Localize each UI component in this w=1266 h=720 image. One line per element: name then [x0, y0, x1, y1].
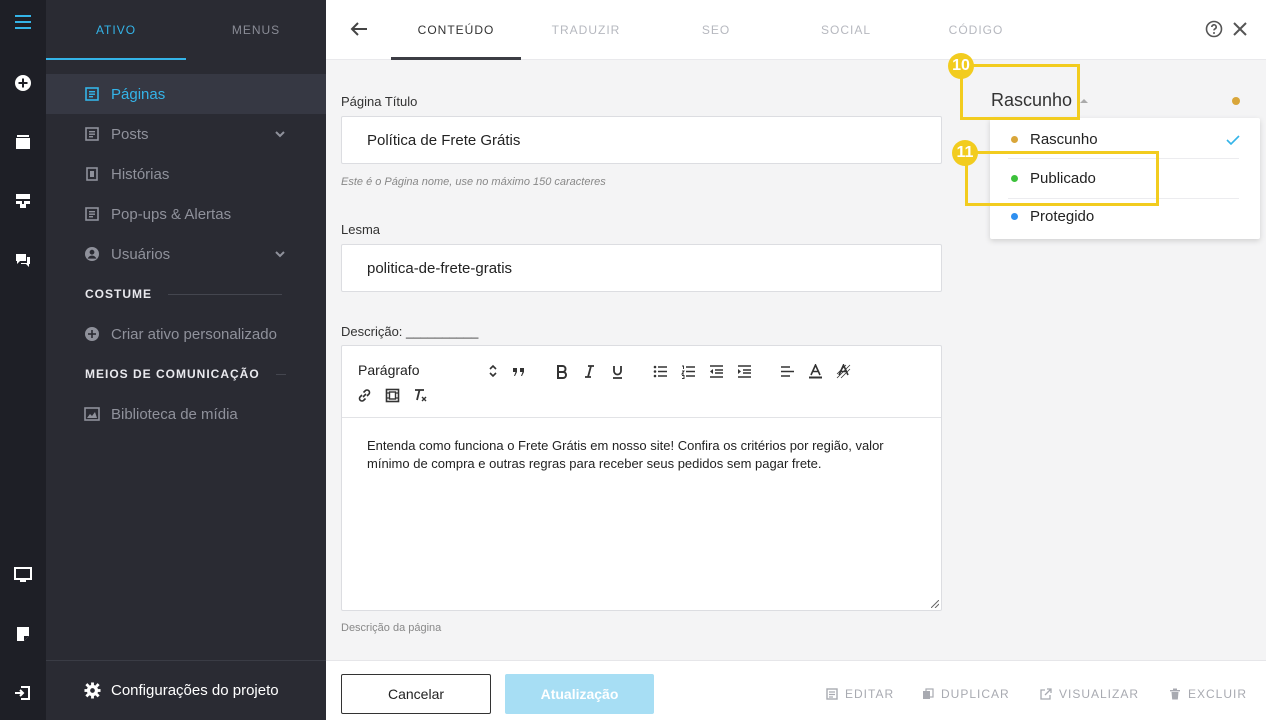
sidebar-item-historias[interactable]: Histórias: [46, 154, 326, 194]
image-icon: [84, 406, 100, 422]
text-color-icon[interactable]: [807, 363, 823, 379]
quote-icon[interactable]: [510, 363, 526, 379]
resize-handle-icon[interactable]: [931, 600, 939, 608]
tab-codigo[interactable]: CÓDIGO: [911, 0, 1041, 60]
close-icon[interactable]: [1230, 19, 1250, 39]
sidebar-item-label: Usuários: [111, 245, 171, 263]
trash-icon: [1170, 688, 1180, 700]
sidebar: ATIVO MENUS Páginas Posts Histórias Pop-…: [46, 0, 326, 720]
video-icon[interactable]: [384, 387, 400, 403]
title-label: Página Título: [341, 94, 418, 109]
sidebar-item-label: Criar ativo personalizado: [111, 325, 277, 343]
callout-box-10: [960, 64, 1080, 120]
callout-box-11: [965, 151, 1159, 206]
numbered-list-icon[interactable]: [680, 363, 696, 379]
outdent-icon[interactable]: [708, 363, 724, 379]
comments-icon[interactable]: [13, 250, 33, 270]
logout-icon[interactable]: [13, 683, 33, 703]
status-dot: [1011, 213, 1018, 220]
user-icon: [84, 246, 100, 262]
cancel-button[interactable]: Cancelar: [341, 674, 491, 714]
note-icon[interactable]: [13, 624, 33, 644]
sidebar-tabs: ATIVO MENUS: [46, 0, 326, 60]
slug-input[interactable]: politica-de-frete-gratis: [341, 244, 942, 292]
section-media: MEIOS DE COMUNICAÇÃO: [85, 367, 286, 381]
status-dot: [1011, 136, 1018, 143]
editor-tabs: CONTEÚDO TRADUZIR SEO SOCIAL CÓDIGO: [326, 0, 1266, 60]
menu-icon[interactable]: [13, 12, 33, 32]
sidebar-item-paginas[interactable]: Páginas: [46, 74, 326, 114]
indent-icon[interactable]: [736, 363, 752, 379]
updown-icon: [489, 364, 497, 378]
sidebar-item-usuarios[interactable]: Usuários: [46, 234, 326, 274]
components-icon[interactable]: [13, 191, 33, 211]
align-left-icon[interactable]: [779, 363, 795, 379]
sidebar-item-custom-asset[interactable]: Criar ativo personalizado: [46, 314, 326, 354]
italic-icon[interactable]: [581, 363, 597, 379]
sidebar-item-label: Histórias: [111, 165, 170, 183]
editor-toolbar: Parágrafo: [342, 346, 941, 418]
desktop-icon[interactable]: [13, 565, 33, 585]
tab-ativo[interactable]: ATIVO: [46, 0, 186, 60]
link-icon[interactable]: [356, 387, 372, 403]
sidebar-item-media-library[interactable]: Biblioteca de mídia: [46, 394, 326, 434]
slug-label: Lesma: [341, 222, 381, 237]
gear-icon: [84, 682, 101, 699]
edit-action[interactable]: EDITAR: [826, 687, 894, 701]
back-arrow-icon[interactable]: [348, 18, 370, 40]
popup-icon: [84, 206, 100, 222]
callout-badge-10: 10: [948, 53, 974, 79]
description-hint: Descrição da página: [341, 622, 442, 634]
icon-rail: [0, 0, 46, 720]
sidebar-item-label: Páginas: [111, 85, 166, 103]
underline-icon[interactable]: [609, 363, 625, 379]
callout-badge-11: 11: [952, 140, 978, 166]
editor-footer: Cancelar Atualização EDITAR DUPLICAR VIS…: [326, 660, 1266, 720]
chevron-down-icon[interactable]: [274, 248, 286, 260]
clear-format-icon[interactable]: [412, 387, 428, 403]
add-icon[interactable]: [13, 73, 33, 93]
status-indicator: [1232, 97, 1240, 105]
preview-action[interactable]: VISUALIZAR: [1040, 687, 1139, 701]
sidebar-item-popups[interactable]: Pop-ups & Alertas: [46, 194, 326, 234]
help-icon[interactable]: [1204, 19, 1224, 39]
sidebar-item-label: Biblioteca de mídia: [111, 405, 238, 423]
update-button[interactable]: Atualização: [505, 674, 654, 714]
page-icon: [84, 86, 100, 102]
description-text[interactable]: Entenda como funciona o Frete Grátis em …: [367, 437, 927, 473]
copy-icon: [923, 688, 934, 699]
tab-conteudo[interactable]: CONTEÚDO: [391, 0, 521, 60]
edit-icon: [826, 688, 838, 700]
bold-icon[interactable]: [553, 363, 569, 379]
tab-menus[interactable]: MENUS: [186, 0, 326, 60]
tab-social[interactable]: SOCIAL: [781, 0, 911, 60]
title-hint: Este é o Página nome, use no máximo 150 …: [341, 176, 606, 188]
post-icon: [84, 126, 100, 142]
check-icon: [1226, 135, 1240, 145]
delete-action[interactable]: EXCLUIR: [1169, 687, 1247, 701]
description-editor: Parágrafo Entenda como funciona o Frete …: [341, 345, 942, 611]
story-icon: [84, 166, 100, 182]
sidebar-item-posts[interactable]: Posts: [46, 114, 326, 154]
description-label: Descrição: __________: [341, 324, 479, 339]
paragraph-select[interactable]: Parágrafo: [358, 362, 498, 380]
tab-traduzir[interactable]: TRADUZIR: [521, 0, 651, 60]
highlight-icon[interactable]: [835, 363, 851, 379]
project-settings[interactable]: Configurações do projeto: [46, 660, 326, 720]
external-link-icon: [1040, 688, 1052, 700]
chevron-down-icon[interactable]: [274, 128, 286, 140]
caret-up-icon: [1080, 98, 1089, 103]
bullet-list-icon[interactable]: [652, 363, 668, 379]
settings-label: Configurações do projeto: [111, 682, 279, 699]
section-costume: COSTUME: [85, 287, 282, 301]
layers-icon[interactable]: [13, 132, 33, 152]
title-input[interactable]: Política de Frete Grátis: [341, 116, 942, 164]
tab-seo[interactable]: SEO: [651, 0, 781, 60]
add-circle-icon: [84, 326, 100, 342]
sidebar-item-label: Pop-ups & Alertas: [111, 205, 232, 223]
main-panel: CONTEÚDO TRADUZIR SEO SOCIAL CÓDIGO Pági…: [326, 0, 1266, 720]
sidebar-item-label: Posts: [111, 125, 149, 143]
duplicate-action[interactable]: DUPLICAR: [922, 687, 1010, 701]
